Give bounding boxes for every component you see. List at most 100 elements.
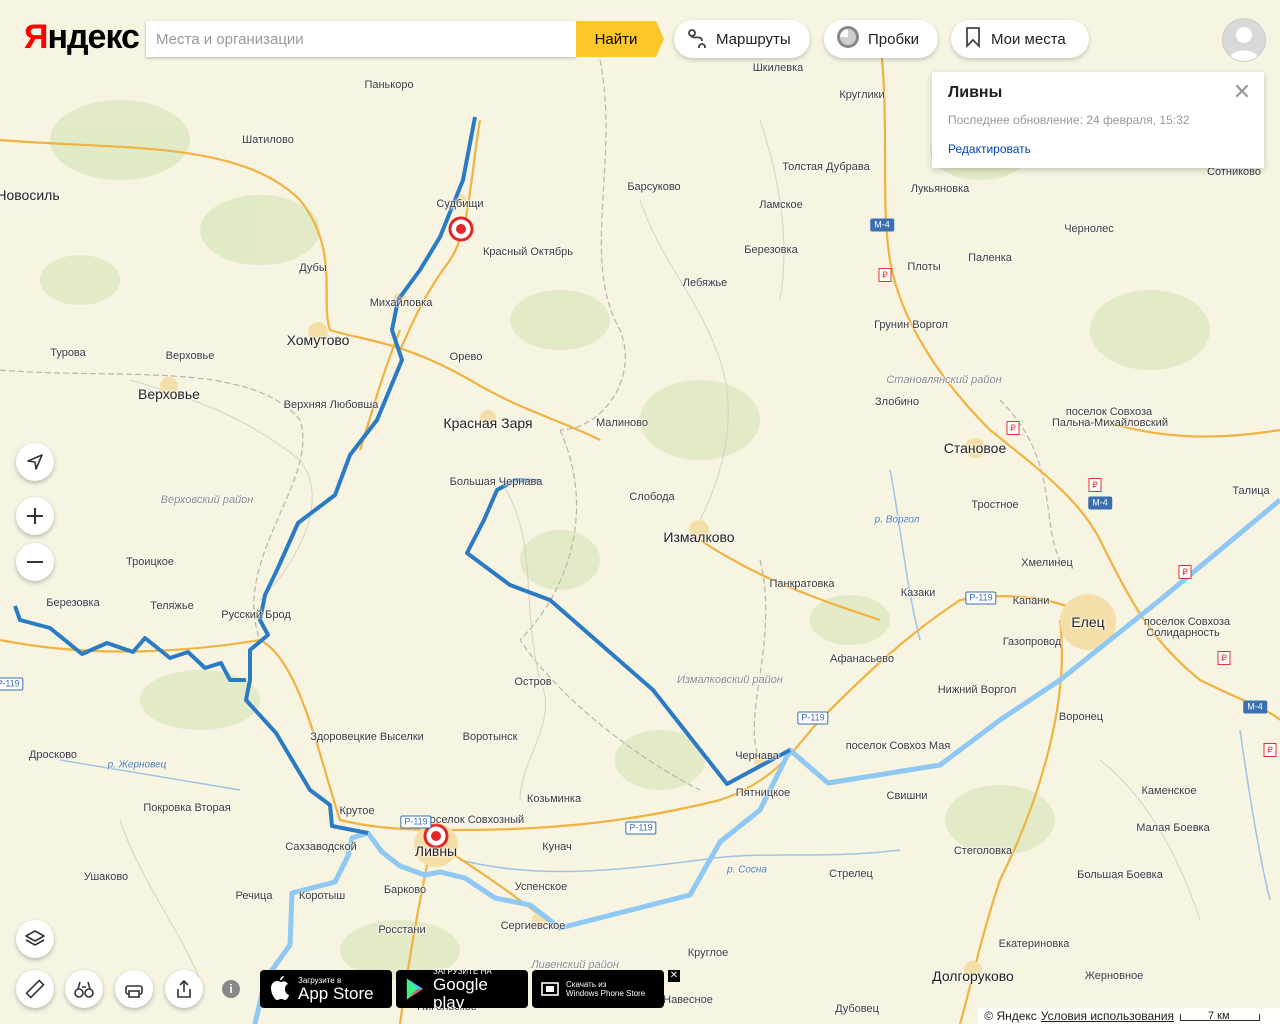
google-play-icon — [406, 978, 424, 1000]
place-label: Тростное — [971, 499, 1019, 511]
ruler-icon — [25, 979, 45, 999]
edit-link[interactable]: Редактировать — [948, 142, 1031, 156]
gas-station-icon[interactable]: ₽ — [878, 268, 892, 282]
place-label[interactable]: Новосиль — [0, 187, 60, 203]
zoom-out-button[interactable] — [16, 543, 54, 581]
place-label[interactable]: Хомутово — [287, 332, 350, 348]
place-label: Березовка — [744, 244, 798, 256]
place-label: Пальна-Михайловский — [1052, 417, 1168, 429]
terms-link[interactable]: Условия использования — [1041, 1009, 1174, 1023]
search-input[interactable] — [146, 21, 576, 57]
app-store-large: App Store — [298, 983, 374, 1003]
place-title: Ливны — [948, 84, 1003, 101]
place-label: Верховье — [165, 350, 215, 362]
routes-button[interactable]: Маршруты — [674, 20, 810, 58]
place-label: Остров — [514, 676, 552, 688]
place-label[interactable]: Долгоруково — [932, 968, 1014, 984]
traffic-icon — [836, 25, 860, 53]
apple-icon — [271, 976, 289, 1000]
place-label: Чернава — [735, 750, 779, 762]
place-label: Шкилевка — [752, 62, 804, 74]
place-label: Афанасьево — [829, 653, 895, 665]
plus-icon — [27, 508, 43, 524]
place-label: Паленка — [968, 252, 1012, 264]
place-label: Березовка — [46, 597, 100, 609]
place-label: Русский Брод — [221, 609, 291, 621]
windows-icon — [541, 982, 559, 996]
place-label: Верхняя Любовша — [283, 399, 379, 411]
place-label: Малая Боевка — [1136, 822, 1210, 834]
layers-button[interactable] — [16, 920, 54, 958]
print-button[interactable] — [115, 970, 153, 1008]
place-label: Круглики — [839, 89, 885, 101]
find-button[interactable]: Найти — [576, 21, 664, 57]
place-label: Дросково — [28, 749, 78, 761]
place-label: Капани — [1012, 595, 1050, 607]
place-label: Воротынск — [462, 731, 518, 743]
geolocation-button[interactable] — [16, 443, 54, 481]
place-label: Большая Чернава — [449, 476, 543, 488]
share-button[interactable] — [165, 970, 203, 1008]
place-label: Газопровод — [1002, 636, 1062, 648]
place-label[interactable]: Становое — [944, 440, 1007, 456]
google-play-large: Google play — [433, 974, 488, 1012]
place-label: Козьминка — [526, 793, 582, 805]
place-label[interactable]: Верховье — [138, 386, 200, 402]
river-label: р. Жерновец — [107, 759, 167, 771]
ruler-button[interactable] — [16, 970, 54, 1008]
info-icon[interactable]: i — [222, 980, 240, 998]
place-label: Стеголовка — [953, 845, 1013, 857]
road-shield: Р-119 — [797, 711, 829, 725]
place-label: Толстая Дубрава — [782, 161, 870, 173]
place-label[interactable]: Красная Заря — [443, 415, 532, 431]
place-label: Малиново — [596, 417, 648, 429]
place-label: Успенское — [514, 881, 568, 893]
zoom-in-button[interactable] — [16, 497, 54, 535]
place-label: Крутое — [339, 805, 375, 817]
place-label: Екатериновка — [998, 938, 1070, 950]
location-arrow-icon — [27, 454, 43, 470]
google-play-badge[interactable]: ЗАГРУЗИТЕ НА Google play — [396, 967, 528, 1011]
river-label: р. Сосна — [727, 864, 767, 876]
place-label[interactable]: Измалково — [663, 529, 734, 545]
place-label: Сергиевское — [500, 920, 566, 932]
traffic-button[interactable]: Пробки — [824, 20, 938, 58]
road-shield: М-4 — [1088, 496, 1112, 510]
place-label: Троицкое — [126, 556, 174, 568]
yandex-logo[interactable]: Яндекс — [24, 18, 140, 57]
place-label: Барково — [383, 884, 427, 896]
routes-label: Маршруты — [716, 30, 791, 48]
gas-station-icon[interactable]: ₽ — [1006, 421, 1020, 435]
place-label[interactable]: Елец — [1071, 614, 1104, 630]
place-label: Дубовец — [835, 1003, 879, 1015]
close-icon[interactable]: ✕ — [1232, 81, 1252, 103]
my-places-button[interactable]: Мои места — [951, 20, 1089, 58]
layers-icon — [25, 930, 45, 946]
traffic-label: Пробки — [868, 30, 919, 48]
place-label[interactable]: Ливны — [415, 843, 457, 859]
user-avatar[interactable] — [1222, 18, 1266, 62]
road-shield: Р-119 — [0, 677, 24, 691]
place-label: Панькоро — [364, 79, 414, 91]
location-marker[interactable] — [448, 216, 474, 242]
windows-store-badge[interactable]: Скачать из Windows Phone Store — [532, 970, 664, 1008]
panorama-button[interactable] — [65, 970, 103, 1008]
gas-station-icon[interactable]: ₽ — [1263, 743, 1277, 757]
district-label: Становлянский район — [886, 374, 1002, 386]
gas-station-icon[interactable]: ₽ — [1088, 478, 1102, 492]
place-label: Дубы — [299, 262, 327, 274]
place-label: Навесное — [663, 994, 713, 1006]
place-label: Речица — [235, 890, 273, 902]
minus-icon — [27, 561, 43, 563]
close-icon[interactable]: ✕ — [668, 970, 680, 982]
place-label: Пятницкое — [735, 787, 791, 799]
road-shield: Р-119 — [400, 815, 432, 829]
place-label: Росстани — [378, 924, 426, 936]
place-label: Теляжье — [150, 600, 194, 612]
gas-station-icon[interactable]: ₽ — [1178, 565, 1192, 579]
windows-store-large: Windows Phone Store — [566, 989, 646, 998]
place-label: поселок Совхозный — [423, 814, 525, 826]
gas-station-icon[interactable]: ₽ — [1217, 651, 1231, 665]
road-shield: Р-119 — [625, 821, 657, 835]
app-store-badge[interactable]: Загрузите в App Store — [260, 970, 392, 1008]
